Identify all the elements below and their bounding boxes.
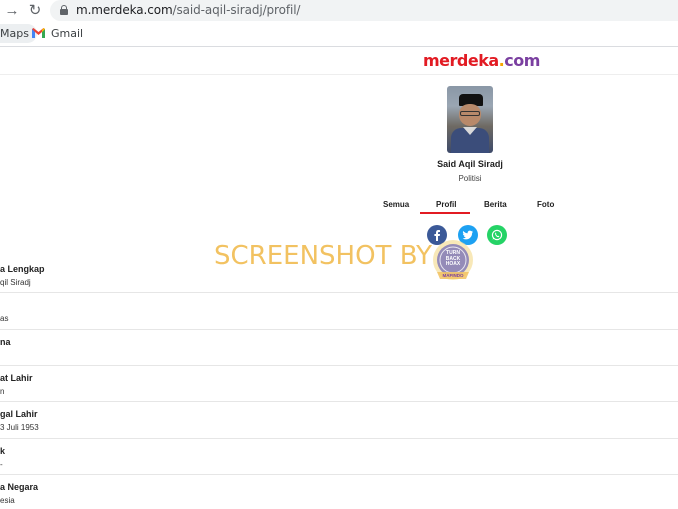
bookmark-gmail[interactable]: Gmail [32,24,83,43]
detail-label: at Lahir [0,373,33,383]
tab-profil[interactable]: Profil [436,200,456,209]
address-bar[interactable]: m.merdeka.com/said-aqil-siradj/profil/ [50,0,678,21]
site-header: merdeka.com [0,47,678,75]
active-tab-indicator [420,212,470,214]
row-divider [0,365,678,366]
detail-value: esia [0,496,15,505]
badge-label: MAFINDO [442,273,464,278]
detail-label: a Lengkap [0,264,45,274]
detail-label: na [0,337,11,347]
detail-value: - [0,460,3,469]
row-divider [0,401,678,402]
whatsapp-icon[interactable] [487,225,507,245]
row-divider [0,292,678,293]
screenshot-watermark: SCREENSHOT BY [214,241,432,271]
profile-role: Politisi [458,174,482,183]
profile-tabs: Semua Profil Berita Foto [370,195,570,215]
url-path: /said-aqil-siradj/profil/ [172,3,301,17]
row-divider [0,474,678,475]
profile-photo [447,86,493,153]
detail-value: 3 Juli 1953 [0,423,39,432]
logo-part: merdeka [423,51,499,70]
forward-icon[interactable]: → [3,2,21,20]
detail-label: k [0,446,6,456]
reload-icon[interactable]: ↻ [26,2,44,20]
detail-value: n [0,387,5,396]
detail-label: a Negara [0,482,39,492]
tab-berita[interactable]: Berita [484,200,507,209]
merdeka-logo[interactable]: merdeka.com [423,51,540,70]
badge-line: HOAX [445,261,461,267]
bookmarks-bar: Maps Gmail [0,22,678,44]
bookmark-label: Maps [0,27,29,40]
logo-part: com [504,51,540,70]
badge-text: TURN BACK HOAX [429,250,477,268]
profile-name: Said Aqil Siradj [437,159,503,169]
lock-icon [60,5,68,15]
tab-semua[interactable]: Semua [383,200,409,209]
detail-label: gal Lahir [0,409,38,419]
url-host: m.merdeka.com [76,3,173,17]
tab-foto[interactable]: Foto [537,200,554,209]
detail-value: as [0,314,9,323]
bookmark-label: Gmail [51,27,84,40]
row-divider [0,329,678,330]
browser-toolbar: → ↻ m.merdeka.com/said-aqil-siradj/profi… [0,0,678,22]
detail-value: qil Siradj [0,278,31,287]
gmail-icon [32,28,45,38]
turnbackhoax-badge: TURN BACK HOAX MAFINDO [429,238,477,284]
url-text: m.merdeka.com/said-aqil-siradj/profil/ [76,3,300,17]
row-divider [0,438,678,439]
